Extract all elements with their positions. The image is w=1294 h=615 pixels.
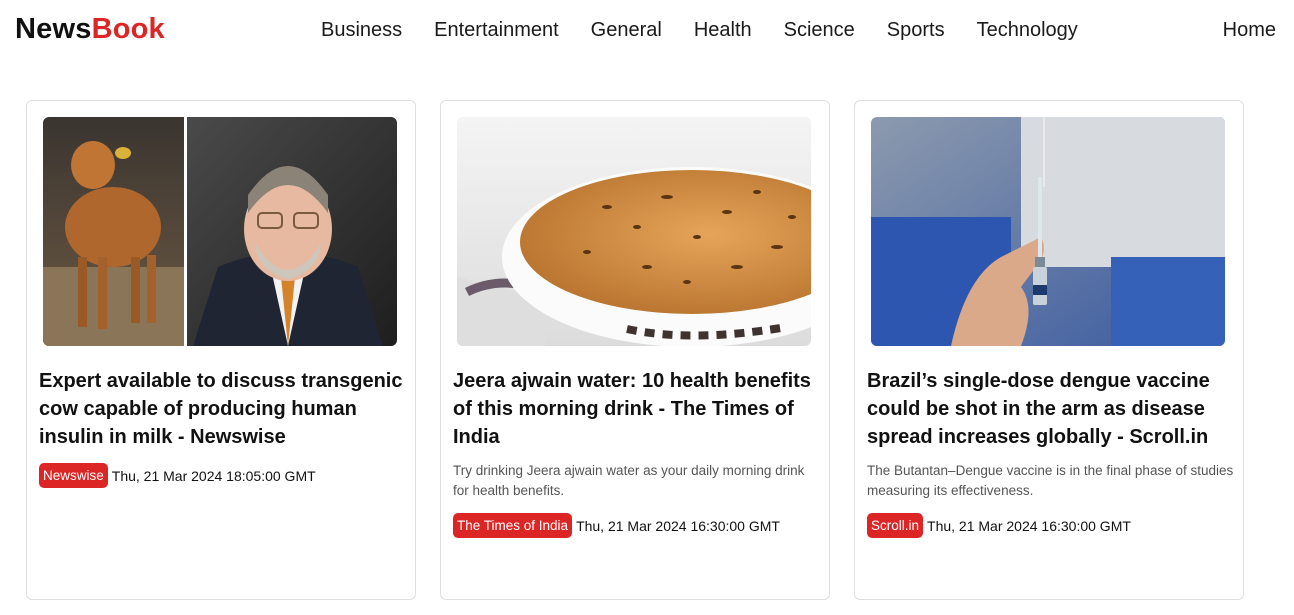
- news-card: Expert available to discuss transgenic c…: [26, 100, 416, 600]
- card-body: Brazil’s single-dose dengue vaccine coul…: [867, 367, 1237, 538]
- article-description: Try drinking Jeera ajwain water as your …: [453, 463, 805, 498]
- news-card: Jeera ajwain water: 10 health benefits o…: [440, 100, 830, 600]
- news-card: Brazil’s single-dose dengue vaccine coul…: [854, 100, 1244, 600]
- source-badge[interactable]: Scroll.in: [867, 513, 924, 538]
- nav-science[interactable]: Science: [768, 19, 871, 42]
- article-meta: The Times of India Thu, 21 Mar 2024 16:3…: [453, 513, 823, 538]
- nav-home[interactable]: Home: [1223, 19, 1276, 42]
- card-body: Expert available to discuss transgenic c…: [39, 367, 409, 488]
- article-title[interactable]: Expert available to discuss transgenic c…: [39, 367, 409, 451]
- article-title[interactable]: Brazil’s single-dose dengue vaccine coul…: [867, 367, 1237, 451]
- article-image-jeera-water[interactable]: [457, 117, 811, 346]
- category-nav: Business Entertainment General Health Sc…: [305, 19, 1094, 42]
- published-date: Thu, 21 Mar 2024 16:30:00 GMT: [927, 517, 1131, 534]
- brand-part-2: Book: [91, 13, 165, 45]
- article-description: The Butantan–Dengue vaccine is in the fi…: [867, 463, 1234, 498]
- nav-sports[interactable]: Sports: [871, 19, 961, 42]
- card-body: Jeera ajwain water: 10 health benefits o…: [453, 367, 823, 538]
- published-date: Thu, 21 Mar 2024 18:05:00 GMT: [111, 467, 316, 484]
- article-meta: Scroll.in Thu, 21 Mar 2024 16:30:00 GMT: [867, 513, 1237, 538]
- source-badge[interactable]: Newswise: [39, 463, 108, 488]
- published-date: Thu, 21 Mar 2024 16:30:00 GMT: [576, 517, 780, 534]
- article-title[interactable]: Jeera ajwain water: 10 health benefits o…: [453, 367, 823, 451]
- source-badge[interactable]: The Times of India: [453, 513, 573, 538]
- brand-logo[interactable]: NewsBook: [15, 13, 165, 46]
- nav-general[interactable]: General: [575, 19, 678, 42]
- nav-health[interactable]: Health: [678, 19, 768, 42]
- article-image-vaccine-syringe[interactable]: [871, 117, 1225, 346]
- nav-entertainment[interactable]: Entertainment: [418, 19, 575, 42]
- navbar: NewsBook Business Entertainment General …: [0, 0, 1294, 62]
- brand-part-1: News: [15, 13, 92, 45]
- article-image-cow-and-scientist[interactable]: [43, 117, 397, 346]
- nav-technology[interactable]: Technology: [961, 19, 1094, 42]
- nav-business[interactable]: Business: [305, 19, 418, 42]
- article-meta: Newswise Thu, 21 Mar 2024 18:05:00 GMT: [39, 463, 409, 488]
